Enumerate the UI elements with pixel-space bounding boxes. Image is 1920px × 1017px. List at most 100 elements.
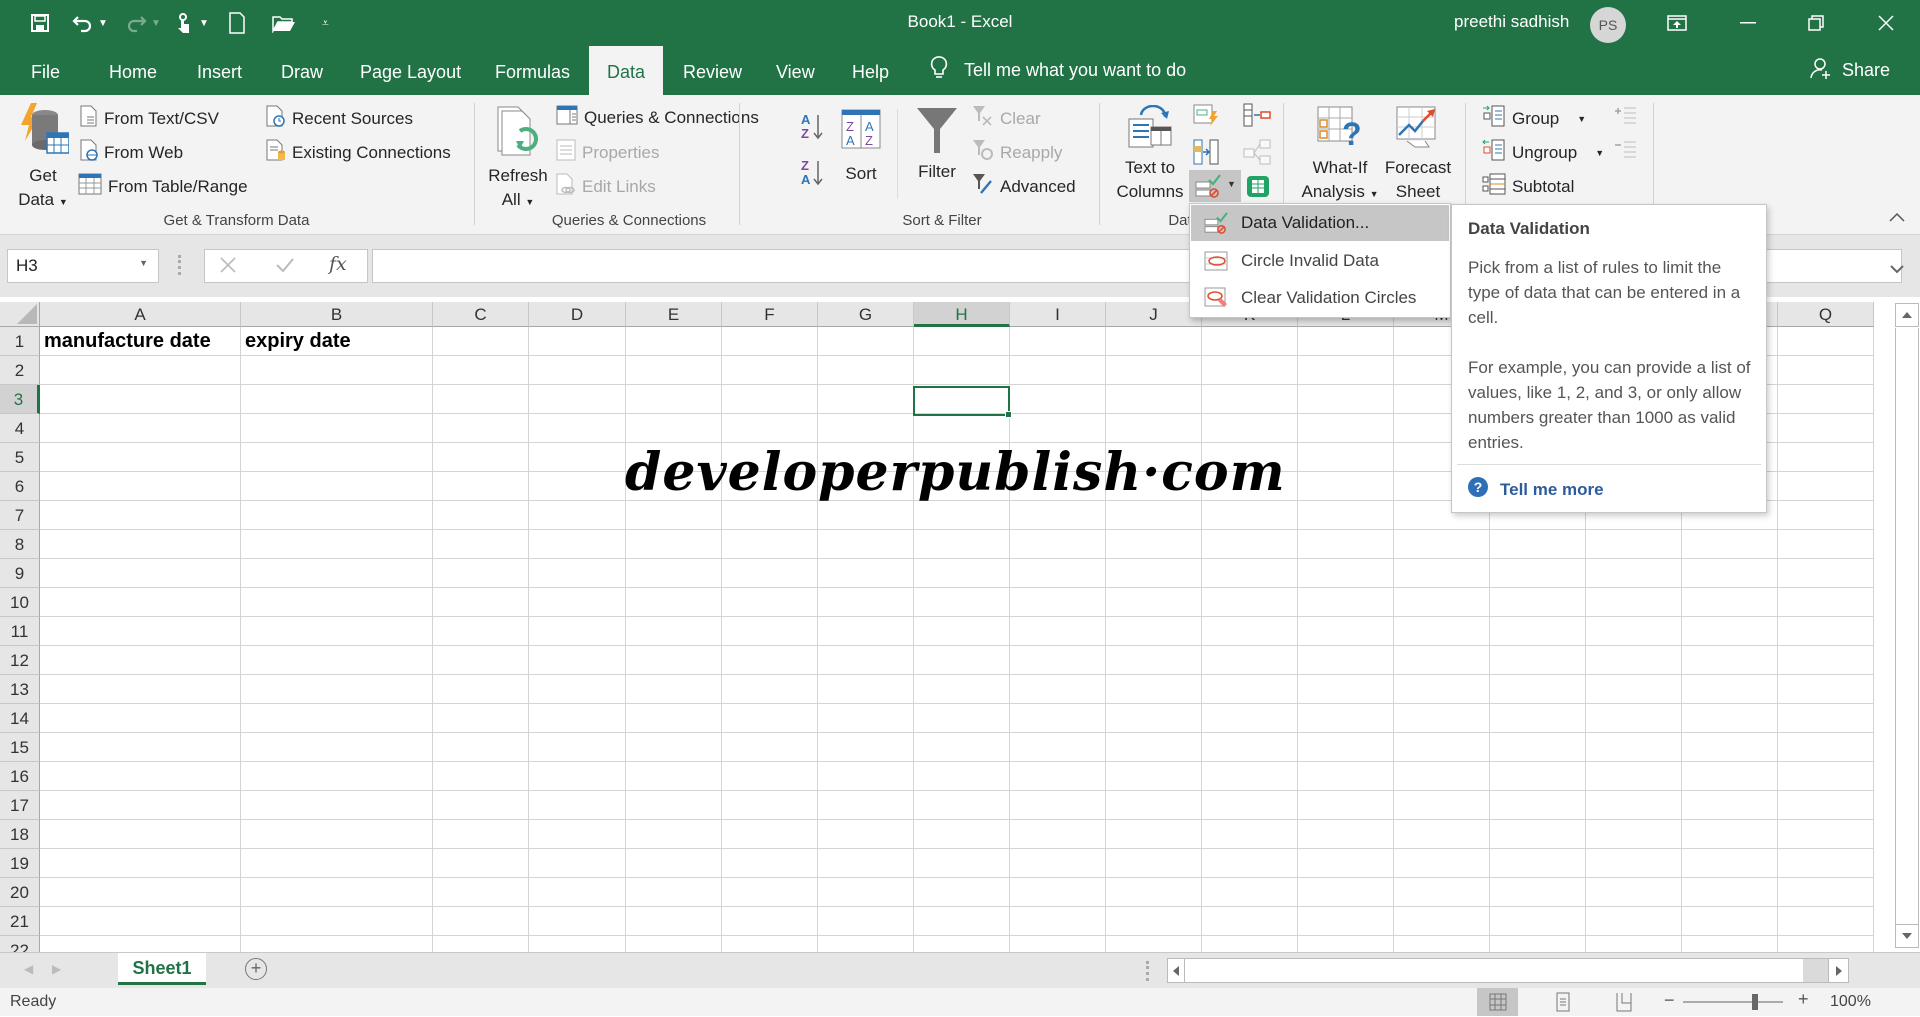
row-header-5[interactable]: 5 (0, 443, 40, 472)
cell-B1[interactable]: expiry date (241, 327, 351, 356)
zoom-slider[interactable] (1683, 1001, 1783, 1003)
data-validation-split-button[interactable]: ▼ (1189, 170, 1241, 202)
filter-button[interactable]: Filter (910, 107, 964, 184)
share-button[interactable]: Share (1810, 46, 1890, 95)
text-to-columns-button[interactable]: Text to Columns (1110, 104, 1190, 204)
tab-review[interactable]: Review (683, 46, 742, 95)
properties-button[interactable]: Properties (556, 139, 659, 166)
scroll-up-button[interactable] (1895, 303, 1919, 327)
minimize-icon[interactable] (1728, 8, 1768, 38)
restore-icon[interactable] (1796, 8, 1836, 38)
row-header-10[interactable]: 10 (0, 588, 40, 617)
row-header-2[interactable]: 2 (0, 356, 40, 385)
horizontal-scrollbar[interactable] (1167, 958, 1849, 983)
scroll-left-button[interactable] (1168, 959, 1185, 982)
menu-item-clear-validation-circles[interactable]: Clear Validation Circles (1191, 280, 1449, 316)
refresh-all-button[interactable]: Refresh All ▼ (486, 105, 550, 214)
remove-duplicates-button[interactable] (1193, 139, 1219, 170)
vertical-scrollbar[interactable] (1893, 302, 1920, 952)
column-header-J[interactable]: J (1106, 302, 1202, 327)
tab-page-layout[interactable]: Page Layout (360, 46, 461, 95)
row-header-21[interactable]: 21 (0, 907, 40, 936)
group-button[interactable]: Group ▼ (1482, 105, 1586, 132)
get-data-button[interactable]: Get Data ▼ (12, 103, 74, 214)
column-header-A[interactable]: A (40, 302, 241, 327)
zoom-out-button[interactable]: − (1664, 990, 1675, 1011)
next-sheet-icon[interactable]: ▶ (52, 962, 61, 976)
insert-function-button[interactable]: fx (329, 253, 347, 275)
relationships-button[interactable] (1243, 139, 1271, 170)
tab-file[interactable]: File (31, 46, 60, 95)
scroll-thumb[interactable] (1895, 328, 1919, 924)
page-break-preview-button[interactable] (1616, 992, 1632, 1017)
row-header-19[interactable]: 19 (0, 849, 40, 878)
row-header-15[interactable]: 15 (0, 733, 40, 762)
flash-fill-button[interactable] (1193, 103, 1219, 132)
column-header-F[interactable]: F (722, 302, 818, 327)
forecast-sheet-button[interactable]: Forecast Sheet (1380, 105, 1456, 204)
row-header-9[interactable]: 9 (0, 559, 40, 588)
row-header-13[interactable]: 13 (0, 675, 40, 704)
add-sheet-button[interactable]: + (245, 958, 267, 980)
ungroup-button[interactable]: Ungroup ▼ (1482, 139, 1604, 166)
tab-view[interactable]: View (776, 46, 815, 95)
scroll-down-button[interactable] (1895, 924, 1919, 948)
tell-me-search[interactable]: Tell me what you want to do (930, 46, 1186, 95)
normal-view-button[interactable] (1477, 988, 1518, 1016)
edit-links-button[interactable]: Edit Links (556, 173, 656, 200)
chevron-down-icon[interactable]: ▼ (1227, 179, 1236, 189)
row-header-11[interactable]: 11 (0, 617, 40, 646)
row-header-16[interactable]: 16 (0, 762, 40, 791)
row-header-14[interactable]: 14 (0, 704, 40, 733)
from-table-range-button[interactable]: From Table/Range (78, 173, 248, 200)
column-header-G[interactable]: G (818, 302, 914, 327)
sort-button[interactable]: ZAAZ Sort (836, 109, 886, 186)
advanced-filter-button[interactable]: Advanced (972, 173, 1076, 200)
row-header-4[interactable]: 4 (0, 414, 40, 443)
tab-formulas[interactable]: Formulas (495, 46, 570, 95)
resize-handle[interactable] (178, 255, 182, 275)
row-header-22[interactable]: 22 (0, 936, 40, 952)
tab-help[interactable]: Help (852, 46, 889, 95)
tab-data[interactable]: Data (589, 46, 663, 95)
sheet-tab-sheet1[interactable]: Sheet1 (118, 953, 206, 985)
from-web-button[interactable]: From Web (80, 139, 183, 166)
row-header-3[interactable]: 3 (0, 385, 40, 414)
name-box[interactable]: H3 ▼ (7, 249, 159, 283)
sort-z-to-a-button[interactable]: ZA (800, 157, 826, 192)
row-header-8[interactable]: 8 (0, 530, 40, 559)
existing-connections-button[interactable]: Existing Connections (266, 139, 451, 166)
fill-handle[interactable] (1005, 411, 1012, 418)
prev-sheet-icon[interactable]: ◀ (24, 962, 33, 976)
tab-home[interactable]: Home (109, 46, 157, 95)
scroll-track[interactable] (1803, 959, 1828, 982)
consolidate-button[interactable] (1243, 103, 1271, 132)
avatar[interactable]: PS (1590, 7, 1626, 43)
subtotal-button[interactable]: Subtotal (1482, 173, 1574, 200)
row-header-18[interactable]: 18 (0, 820, 40, 849)
collapse-ribbon-button[interactable] (1888, 210, 1906, 228)
chevron-down-icon[interactable]: ▼ (139, 258, 148, 268)
expand-formula-bar-button[interactable] (1890, 261, 1904, 279)
reapply-button[interactable]: Reapply (972, 139, 1062, 166)
ribbon-display-icon[interactable] (1657, 8, 1697, 38)
zoom-slider-thumb[interactable] (1752, 994, 1758, 1010)
row-header-7[interactable]: 7 (0, 501, 40, 530)
menu-item-circle-invalid-data[interactable]: Circle Invalid Data (1191, 243, 1449, 279)
column-header-C[interactable]: C (433, 302, 529, 327)
row-header-17[interactable]: 17 (0, 791, 40, 820)
menu-item-data-validation[interactable]: Data Validation... (1191, 205, 1449, 241)
enter-icon[interactable] (275, 256, 295, 279)
user-name[interactable]: preethi sadhish (1454, 12, 1569, 32)
column-header-H[interactable]: H (914, 302, 1010, 327)
manage-data-model-button[interactable] (1246, 173, 1270, 204)
queries-connections-button[interactable]: Queries & Connections (556, 105, 759, 130)
from-text-csv-button[interactable]: From Text/CSV (80, 105, 219, 132)
sort-a-to-z-button[interactable]: AZ (800, 111, 826, 146)
tell-me-more-link[interactable]: ? Tell me more (1468, 477, 1604, 502)
row-header-20[interactable]: 20 (0, 878, 40, 907)
column-header-Q[interactable]: Q (1778, 302, 1874, 327)
close-icon[interactable] (1866, 8, 1906, 38)
show-detail-button[interactable] (1614, 105, 1638, 132)
select-all-button[interactable] (0, 302, 40, 327)
